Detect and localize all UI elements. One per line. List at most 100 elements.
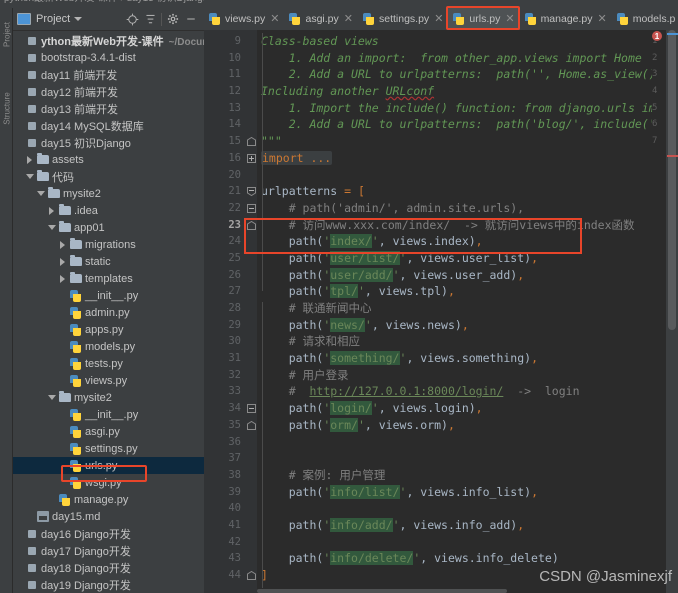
horizontal-scrollbar[interactable] (257, 588, 652, 593)
scrollbar-marker[interactable] (667, 33, 678, 35)
code-line[interactable]: # http://127.0.0.1:8000/login/ -> login (261, 383, 678, 400)
code-line[interactable]: """ (261, 133, 678, 150)
tree-item-asgi-py[interactable]: asgi.py (13, 423, 204, 440)
code-line[interactable]: path('index/', views.index), (261, 233, 678, 250)
tree-item-ython-web[interactable]: ython最新Web开发-课件~/Documents (13, 32, 204, 49)
close-icon[interactable]: ✕ (344, 13, 353, 25)
code-line[interactable]: # 案例: 用户管理 (261, 467, 678, 484)
close-icon[interactable]: ✕ (434, 13, 443, 25)
close-icon[interactable]: ✕ (270, 13, 279, 25)
project-file-tree[interactable]: ython最新Web开发-课件~/Documents bootstrap-3.4.… (13, 31, 204, 593)
chevron-right-icon[interactable] (57, 241, 68, 249)
editor-tab-settings-py[interactable]: settings.py ✕ (358, 8, 448, 30)
tree-item-settings-py[interactable]: settings.py (13, 440, 204, 457)
code-line[interactable]: # 访问www.xxx.com/index/ -> 就访问views中的inde… (261, 217, 678, 234)
tree-item-idea[interactable]: .idea (13, 202, 204, 219)
editor-tab-urls-py[interactable]: urls.py ✕ (448, 8, 520, 30)
code-line[interactable]: path('info/add/', views.info_add), (261, 517, 678, 534)
code-line[interactable]: 2. Add a URL to urlpatterns: path('', Ho… (261, 66, 678, 83)
tree-item-models-py[interactable]: models.py (13, 338, 204, 355)
chevron-down-icon[interactable] (46, 225, 57, 230)
tree-item-apps-py[interactable]: apps.py (13, 321, 204, 338)
code-line[interactable] (261, 500, 678, 517)
code-folding-gutter[interactable] (246, 30, 257, 593)
code-line[interactable] (261, 450, 678, 467)
fold-marker[interactable] (247, 187, 256, 197)
chevron-down-icon[interactable] (24, 174, 35, 179)
tree-item-urls-py[interactable]: urls.py (13, 457, 204, 474)
code-line[interactable]: Class-based views (261, 33, 678, 50)
tree-item-day11[interactable]: day11 前端开发 (13, 66, 204, 83)
code-line[interactable] (261, 167, 678, 184)
tree-item-admin-py[interactable]: admin.py (13, 304, 204, 321)
chevron-down-icon[interactable] (74, 17, 83, 21)
tree-item-day16-django[interactable]: day16 Django开发 (13, 525, 204, 542)
code-line[interactable]: path('info/list/', views.info_list), (261, 484, 678, 501)
tree-item-day15-django[interactable]: day15 初识Django (13, 134, 204, 151)
code-line[interactable] (261, 534, 678, 551)
left-tool-window-strip[interactable]: Project Structure (0, 8, 13, 593)
horizontal-scrollbar-thumb[interactable] (257, 589, 507, 593)
fold-marker[interactable] (247, 421, 256, 431)
editor-tab-models-p[interactable]: models.p (612, 8, 678, 30)
code-line[interactable]: Including another URLconf (261, 83, 678, 100)
code-line[interactable]: path('orm/', views.orm), (261, 417, 678, 434)
tree-item-templates[interactable]: templates (13, 270, 204, 287)
tree-item-wsgi-py[interactable]: wsgi.py (13, 474, 204, 491)
code-line[interactable]: import ... (261, 150, 678, 167)
tree-item-mysite2[interactable]: mysite2 (13, 389, 204, 406)
code-line[interactable]: path('user/add/', views.user_add), (261, 267, 678, 284)
breadcrumb-item[interactable]: python最新Web开发-课件 (4, 0, 118, 4)
code-line[interactable]: path('news/', views.news), (261, 317, 678, 334)
editor-tab-manage-py[interactable]: manage.py ✕ (520, 8, 612, 30)
project-panel-title[interactable]: Project (36, 13, 70, 25)
code-line[interactable]: path('info/delete/', views.info_delete) (261, 550, 678, 567)
tool-button-structure[interactable]: Structure (3, 69, 12, 149)
close-icon[interactable]: ✕ (598, 13, 607, 25)
tree-item-tests-py[interactable]: tests.py (13, 355, 204, 372)
code-line[interactable]: path('user/list/', views.user_list), (261, 250, 678, 267)
code-line[interactable]: 1. Import the include() function: from d… (261, 100, 678, 117)
code-content[interactable]: Class-based views 1. Add an import: from… (257, 30, 678, 593)
chevron-right-icon[interactable] (57, 275, 68, 283)
code-line[interactable]: path('login/', views.login), (261, 400, 678, 417)
code-line[interactable]: # path('admin/', admin.site.urls), (261, 200, 678, 217)
fold-marker[interactable] (247, 220, 256, 230)
code-line[interactable]: path('something/', views.something), (261, 350, 678, 367)
breadcrumb-item[interactable]: day15 初识Django (127, 0, 209, 4)
close-icon[interactable]: ✕ (505, 13, 514, 25)
code-line[interactable]: path('tpl/', views.tpl), (261, 283, 678, 300)
code-line[interactable]: # 请求和相应 (261, 333, 678, 350)
collapse-all-icon[interactable] (141, 10, 159, 28)
tree-item-static[interactable]: static (13, 253, 204, 270)
scrollbar-thumb[interactable] (668, 30, 676, 330)
minimize-icon[interactable] (182, 10, 200, 28)
gear-icon[interactable] (164, 10, 182, 28)
chevron-right-icon[interactable] (46, 207, 57, 215)
tree-item-[interactable]: 代码 (13, 168, 204, 185)
fold-marker[interactable] (247, 153, 256, 163)
code-line[interactable]: # 用户登录 (261, 367, 678, 384)
tree-item-migrations[interactable]: migrations (13, 236, 204, 253)
tree-item-init-py[interactable]: __init__.py (13, 406, 204, 423)
tree-item-day12[interactable]: day12 前端开发 (13, 83, 204, 100)
chevron-down-icon[interactable] (35, 191, 46, 196)
code-line[interactable]: 1. Add an import: from other_app.views i… (261, 50, 678, 67)
tree-item-day17-django[interactable]: day17 Django开发 (13, 542, 204, 559)
code-editor[interactable]: 9 10 11 12 13 14 15 16 20 21 22 23 24 25 26 27 28 29 30 31 3… (204, 30, 678, 593)
code-line[interactable]: urlpatterns = [ (261, 183, 678, 200)
tree-item-manage-py[interactable]: manage.py (13, 491, 204, 508)
tree-item-day15-md[interactable]: day15.md (13, 508, 204, 525)
code-line[interactable]: # 联通新闻中心 (261, 300, 678, 317)
locate-icon[interactable] (123, 10, 141, 28)
tree-item-app01[interactable]: app01 (13, 219, 204, 236)
tree-item-day14-mysql[interactable]: day14 MySQL数据库 (13, 117, 204, 134)
chevron-down-icon[interactable] (46, 395, 57, 400)
fold-marker[interactable] (247, 137, 256, 147)
tree-item-bootstrap-3-4-1-dist[interactable]: bootstrap-3.4.1-dist (13, 49, 204, 66)
code-line[interactable]: 2. Add a URL to urlpatterns: path('blog/… (261, 116, 678, 133)
tree-item-init-py[interactable]: __init__.py (13, 287, 204, 304)
tool-button-project[interactable]: Project (3, 12, 12, 58)
chevron-right-icon[interactable] (24, 156, 35, 164)
tree-item-day13[interactable]: day13 前端开发 (13, 100, 204, 117)
